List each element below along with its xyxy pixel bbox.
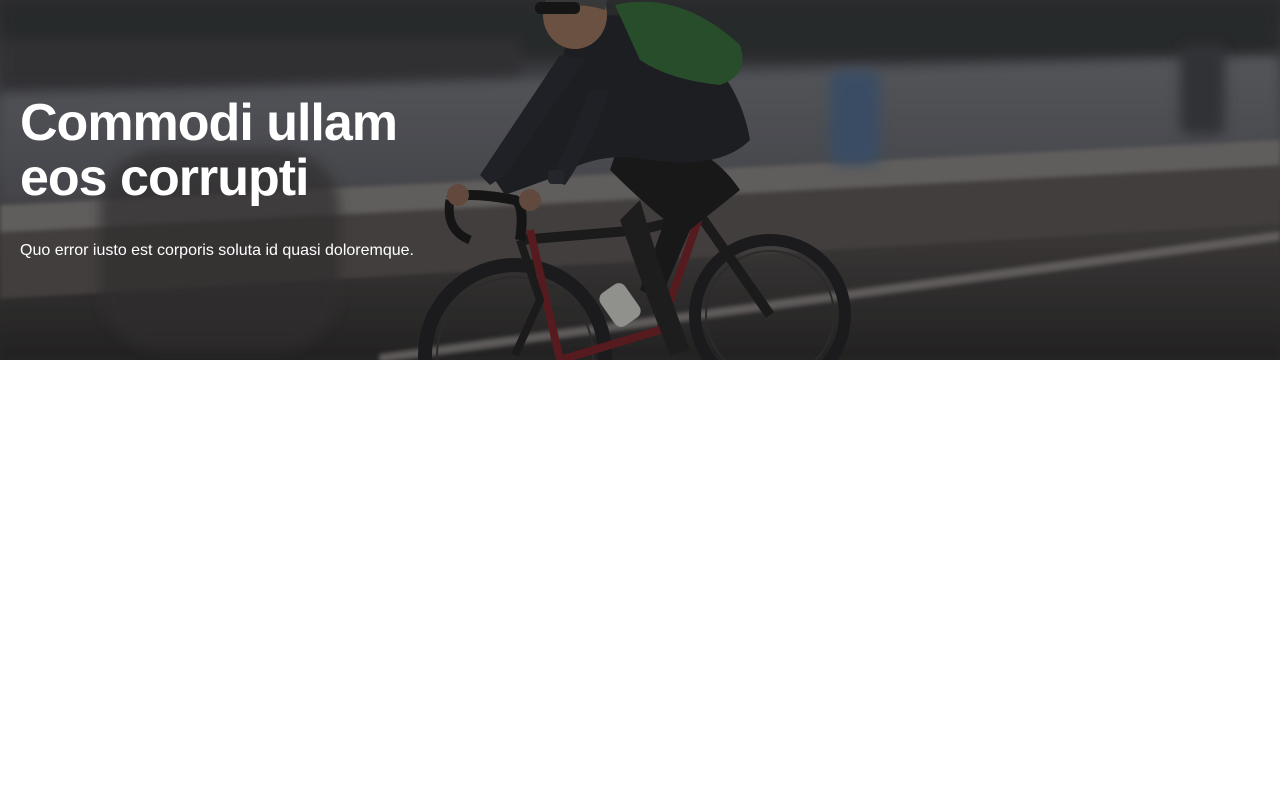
page-body-blank — [0, 360, 1280, 800]
hero-title: Commodi ullam eos corrupti — [20, 94, 398, 207]
hero-section: Commodi ullam eos corrupti Quo error ius… — [0, 0, 1280, 360]
hero-content: Commodi ullam eos corrupti Quo error ius… — [20, 96, 580, 262]
hero-subtitle: Quo error iusto est corporis soluta id q… — [20, 242, 414, 259]
